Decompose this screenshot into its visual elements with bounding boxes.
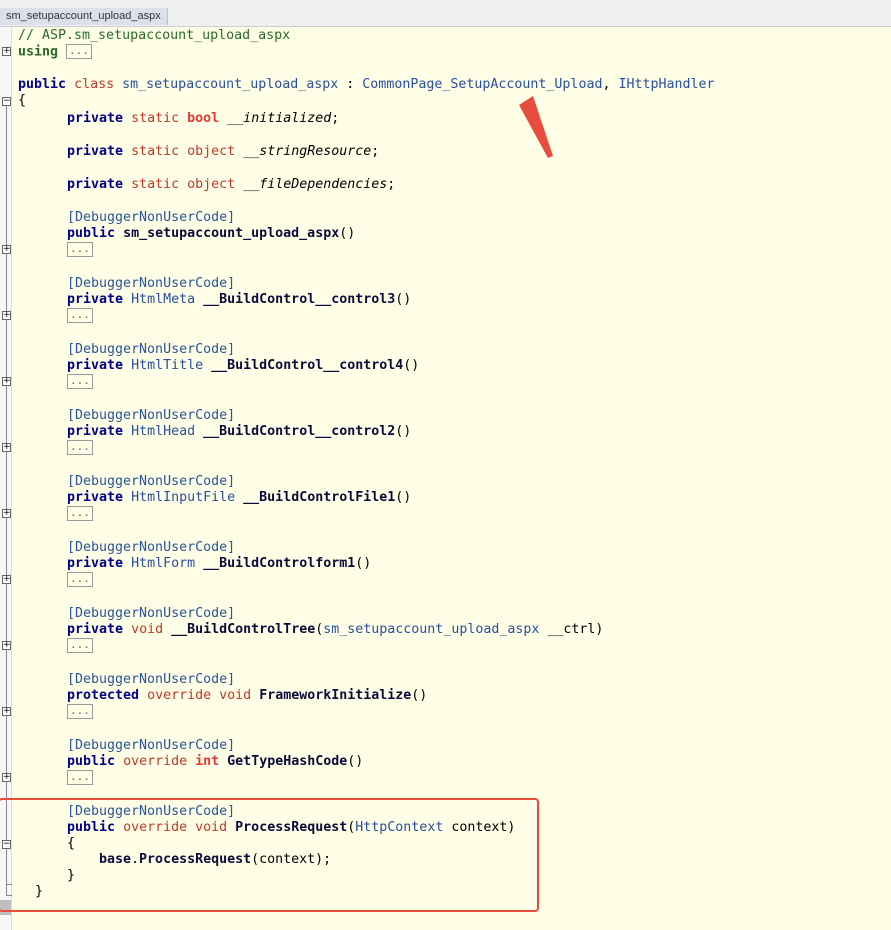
attribute: [DebuggerNonUserCode] <box>67 474 236 489</box>
method-signature: private HtmlHead __BuildControl__control… <box>67 424 412 439</box>
attribute: [DebuggerNonUserCode] <box>67 540 236 555</box>
open-brace: { <box>18 93 27 108</box>
expand-icon[interactable]: + <box>2 47 11 56</box>
collapsed-region[interactable]: ... <box>67 770 93 785</box>
collapsed-region[interactable]: ... <box>66 44 92 59</box>
collapsed-region[interactable]: ... <box>67 308 93 323</box>
method-body-collapsed: ... <box>67 704 93 720</box>
method-body-collapsed: ... <box>67 242 93 258</box>
method-body-collapsed: ... <box>67 572 93 588</box>
expand-icon[interactable]: + <box>2 245 11 254</box>
method-body-collapsed: ... <box>67 308 93 324</box>
collapsed-region[interactable]: ... <box>67 242 93 257</box>
expand-icon[interactable]: + <box>2 311 11 320</box>
method-signature: private void __BuildControlTree(sm_setup… <box>67 622 604 637</box>
field-file-dependencies: private static object __fileDependencies… <box>67 177 396 192</box>
class-declaration: public class sm_setupaccount_upload_aspx… <box>18 77 715 92</box>
expand-icon[interactable]: + <box>2 773 11 782</box>
method-signature: private HtmlTitle __BuildControl__contro… <box>67 358 420 373</box>
tab-sm-setupaccount-upload-aspx[interactable]: sm_setupaccount_upload_aspx <box>0 8 168 25</box>
expand-icon[interactable]: + <box>2 707 11 716</box>
collapsed-region[interactable]: ... <box>67 704 93 719</box>
highlight-box <box>0 798 539 912</box>
collapsed-region[interactable]: ... <box>67 638 93 653</box>
method-signature: public override int GetTypeHashCode() <box>67 754 364 769</box>
attribute: [DebuggerNonUserCode] <box>67 738 236 753</box>
expand-icon[interactable]: + <box>2 575 11 584</box>
method-body-collapsed: ... <box>67 440 93 456</box>
collapsed-region[interactable]: ... <box>67 374 93 389</box>
field-string-resource: private static object __stringResource; <box>67 144 380 159</box>
expand-icon[interactable]: + <box>2 509 11 518</box>
attribute: [DebuggerNonUserCode] <box>67 408 236 423</box>
collapsed-region[interactable]: ... <box>67 506 93 521</box>
method-body-collapsed: ... <box>67 506 93 522</box>
attribute: [DebuggerNonUserCode] <box>67 672 236 687</box>
field-initialized: private static bool __initialized; <box>67 111 340 126</box>
expand-icon[interactable]: + <box>2 443 11 452</box>
method-signature: protected override void FrameworkInitial… <box>67 688 428 703</box>
expand-icon[interactable]: + <box>2 641 11 650</box>
collapsed-region[interactable]: ... <box>67 572 93 587</box>
method-signature: private HtmlInputFile __BuildControlFile… <box>67 490 412 505</box>
attribute: [DebuggerNonUserCode] <box>67 210 236 225</box>
method-signature: private HtmlForm __BuildControlform1() <box>67 556 372 571</box>
using-line: using ... <box>18 44 92 60</box>
collapsed-region[interactable]: ... <box>67 440 93 455</box>
method-body-collapsed: ... <box>67 770 93 786</box>
expand-icon[interactable]: + <box>2 377 11 386</box>
attribute: [DebuggerNonUserCode] <box>67 606 236 621</box>
method-body-collapsed: ... <box>67 638 93 654</box>
tab-strip: sm_setupaccount_upload_aspx <box>0 8 891 27</box>
comment-line: // ASP.sm_setupaccount_upload_aspx <box>18 28 291 43</box>
method-body-collapsed: ... <box>67 374 93 390</box>
collapse-icon[interactable]: − <box>2 97 11 106</box>
attribute: [DebuggerNonUserCode] <box>67 276 236 291</box>
attribute: [DebuggerNonUserCode] <box>67 342 236 357</box>
method-signature: private HtmlMeta __BuildControl__control… <box>67 292 412 307</box>
method-signature: public sm_setupaccount_upload_aspx() <box>67 226 356 241</box>
code-editor[interactable]: // ASP.sm_setupaccount_upload_aspx + usi… <box>0 27 891 930</box>
